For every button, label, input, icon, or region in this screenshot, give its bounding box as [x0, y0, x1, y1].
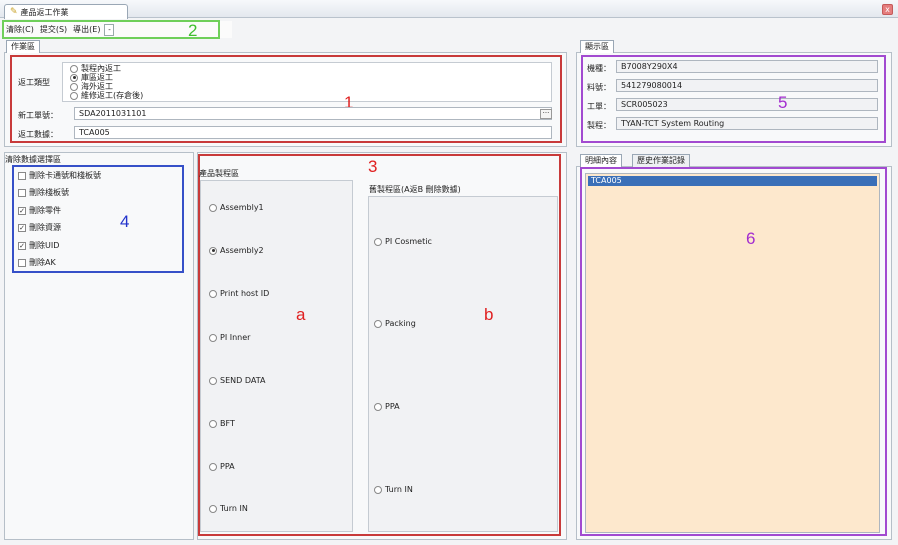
close-button[interactable]: x [882, 4, 893, 15]
clear-data-title: 清除數據選擇區 [5, 155, 61, 164]
radio-icon [209, 203, 217, 212]
pencil-icon: ✎ [10, 7, 18, 17]
checkbox-checked-icon: ✓ [18, 223, 26, 232]
route-option[interactable]: Assembly2 [209, 246, 264, 255]
route-option[interactable]: PPA [209, 462, 235, 471]
radio-selected-icon [209, 246, 217, 255]
product-route-list: Assembly1 Assembly2 Print host ID PI Inn… [200, 180, 353, 532]
model-field: B7008Y290X4 [616, 60, 878, 73]
old-route-title: 舊製程區(A返B 刪除數據) [369, 185, 461, 194]
old-route-option[interactable]: PPA [374, 402, 400, 411]
old-route-option[interactable]: Turn IN [374, 485, 413, 494]
annotation-4: 4 [120, 212, 130, 231]
checkbox-icon [18, 171, 26, 180]
routing-field: TYAN-TCT System Routing [616, 117, 878, 130]
rework-type-label: 返工類型 [18, 78, 50, 87]
part-no-field: 541279080014 [616, 79, 878, 92]
checkbox-icon [18, 188, 26, 197]
product-route-title: 產品製程區 [199, 169, 239, 178]
rework-data-field[interactable]: TCA005 [74, 126, 552, 139]
checkbox-checked-icon: ✓ [18, 241, 26, 250]
routing-label: 製程： [587, 121, 611, 130]
old-route-list: PI Cosmetic Packing PPA Turn IN [368, 196, 558, 532]
clear-option-resources[interactable]: ✓ 刪除資源 [18, 222, 61, 233]
radio-icon [374, 319, 382, 328]
route-option[interactable]: Print host ID [209, 289, 269, 298]
annotation-2: 2 [188, 21, 198, 40]
tab-title: 產品返工作業 [20, 7, 69, 17]
new-order-field[interactable]: SDA2011031101 [74, 107, 552, 120]
radio-icon [374, 485, 382, 494]
route-option[interactable]: BFT [209, 419, 235, 428]
rework-window: ✎ 產品返工作業 x 清除(C) 提交(S) 導出(E) - 2 作業區 返工類… [0, 0, 898, 545]
clear-option-parts[interactable]: ✓ 刪除零件 [18, 205, 61, 216]
clear-option-pallet[interactable]: 刪除棧板號 [18, 187, 69, 198]
browse-button[interactable]: ··· [540, 109, 552, 119]
radio-icon [374, 402, 382, 411]
detail-list-item[interactable]: TCA005 [588, 176, 877, 186]
tab-history-records[interactable]: 歷史作業記錄 [632, 154, 690, 167]
document-tab-bar: ✎ 產品返工作業 x [0, 0, 898, 19]
radio-icon [209, 289, 217, 298]
clear-option-uid[interactable]: ✓ 刪除UID [18, 240, 59, 251]
annotation-b: b [484, 305, 494, 324]
part-no-label: 料號： [587, 83, 611, 92]
radio-icon [209, 462, 217, 471]
work-order-label: 工單： [587, 102, 611, 111]
old-route-option[interactable]: PI Cosmetic [374, 237, 432, 246]
radio-icon [209, 333, 217, 342]
tab-detail-content[interactable]: 明細內容 [580, 154, 622, 167]
radio-icon [70, 91, 78, 100]
clear-option-carton-pallet[interactable]: 刪除卡通號和棧板號 [18, 170, 101, 181]
radio-icon [209, 504, 217, 513]
detail-list[interactable]: TCA005 [585, 173, 880, 533]
new-order-label: 新工單號： [18, 111, 58, 120]
route-option[interactable]: SEND DATA [209, 376, 265, 385]
route-option[interactable]: PI Inner [209, 333, 250, 342]
annotation-6: 6 [746, 229, 756, 248]
display-area-tab[interactable]: 顯示區 [580, 40, 614, 53]
annotation-5: 5 [778, 93, 788, 112]
route-option[interactable]: Turn IN [209, 504, 248, 513]
old-route-option[interactable]: Packing [374, 319, 416, 328]
annotation-3: 3 [368, 157, 378, 176]
clear-option-ak[interactable]: 刪除AK [18, 257, 56, 268]
rework-option[interactable]: 維修返工(存倉後) [70, 90, 143, 101]
radio-icon [209, 376, 217, 385]
annotation-a: a [296, 305, 306, 324]
tab-product-rework[interactable]: ✎ 產品返工作業 [4, 4, 128, 19]
work-area-tab[interactable]: 作業區 [6, 40, 40, 53]
checkbox-icon [18, 258, 26, 267]
radio-icon [374, 237, 382, 246]
radio-icon [209, 419, 217, 428]
route-option[interactable]: Assembly1 [209, 203, 264, 212]
checkbox-checked-icon: ✓ [18, 206, 26, 215]
model-label: 機種： [587, 64, 611, 73]
work-order-field: SCR005023 [616, 98, 878, 111]
rework-data-label: 返工數據： [18, 130, 58, 139]
